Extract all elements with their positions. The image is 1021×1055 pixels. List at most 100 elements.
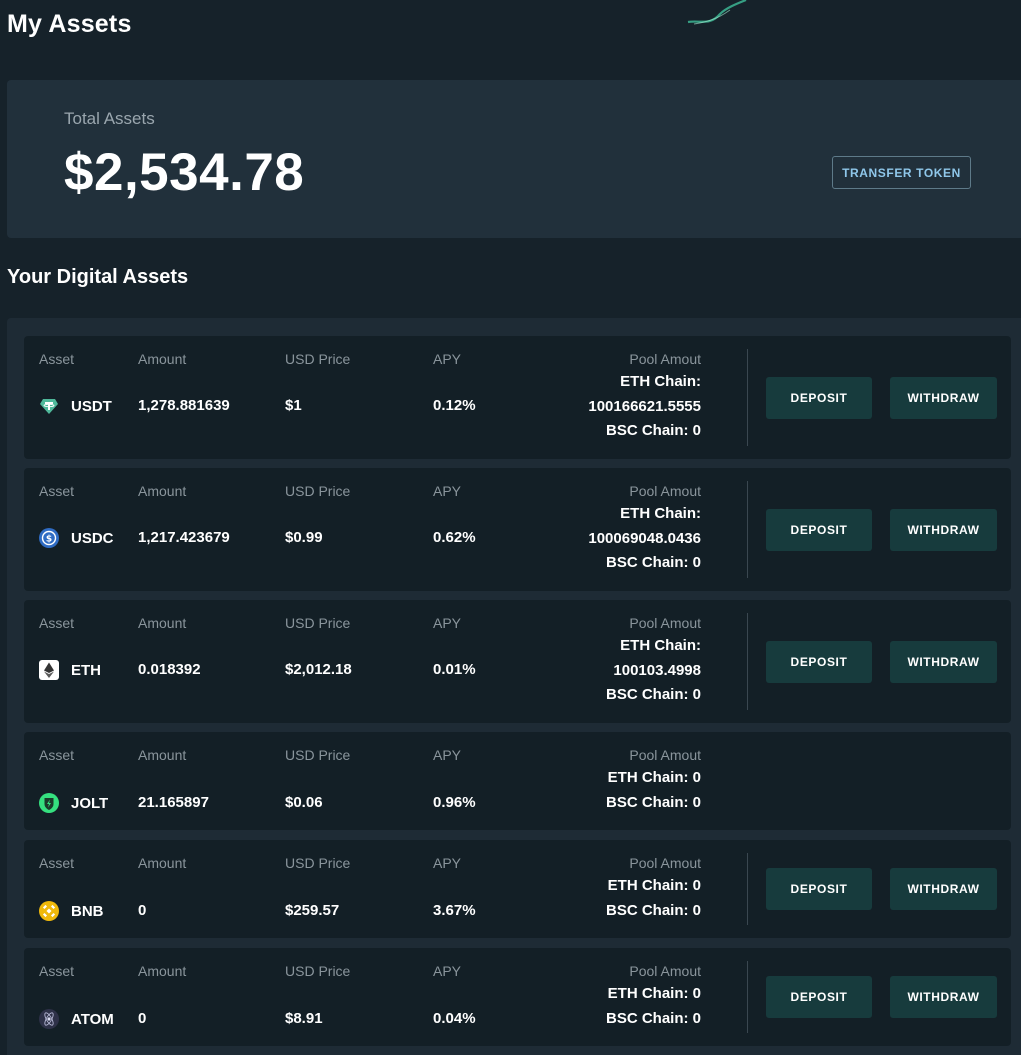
total-assets-card: Total Assets $2,534.78 TRANSFER TOKEN [7, 80, 1021, 238]
deposit-button[interactable]: DEPOSIT [766, 641, 872, 683]
apy-column-label: APY [433, 615, 462, 631]
pool-amount: Pool Amout ETH Chain: 0 BSC Chain: 0 [606, 963, 701, 1031]
svg-text:$: $ [46, 535, 52, 545]
pool-amount: Pool Amout ETH Chain: 0 BSC Chain: 0 [606, 747, 701, 815]
page-title: My Assets [7, 10, 132, 38]
asset-usd-price: $0.99 [285, 529, 323, 546]
row-divider [747, 481, 748, 578]
deposit-button[interactable]: DEPOSIT [766, 976, 872, 1018]
asset-row: Asset Amount USD Price APY ETH 0.018392 $2,012… [24, 600, 1011, 723]
pool-amount-line: BSC Chain: 0 [605, 793, 701, 811]
pool-amount-line: ETH Chain: 0 [607, 985, 701, 1002]
total-assets-value: $2,534.78 [64, 143, 305, 202]
amount-column-label: Amount [138, 855, 187, 871]
asset-row: Asset Amount USD Price APY JOLT 21.165897 $0.0… [24, 732, 1011, 830]
withdraw-button[interactable]: WITHDRAW [890, 976, 997, 1018]
withdraw-button[interactable]: WITHDRAW [890, 377, 997, 419]
asset-column-label: Asset [39, 351, 75, 367]
pool-amount-line: ETH Chain: 0 [607, 769, 701, 786]
amount-column-label: Amount [138, 483, 187, 499]
asset-cell: $ USDC [39, 528, 114, 548]
total-assets-label: Total Assets [64, 109, 155, 128]
pool-amount: Pool Amout ETH Chain: 100103.4998 BSC Chain… [606, 615, 701, 708]
pool-amount-line: 100103.4998 [613, 661, 701, 679]
asset-amount: 1,217.423679 [138, 529, 230, 546]
withdraw-button[interactable]: WITHDRAW [890, 641, 997, 683]
jolt-icon [39, 793, 59, 813]
bnb-icon [39, 901, 59, 921]
apy-column-label: APY [433, 963, 462, 979]
asset-usd-price: $259.57 [285, 902, 340, 919]
asset-column-label: Asset [39, 963, 75, 979]
apy-column-label: APY [433, 747, 462, 763]
asset-usd-price: $1 [285, 397, 302, 414]
cosmos-icon [39, 1009, 59, 1029]
pool-amount-label: Pool Amout [629, 615, 701, 631]
asset-row: Asset Amount USD Price APY BNB 0 $259.57 3.67% P… [24, 840, 1011, 938]
asset-usd-price: $2,012.18 [285, 661, 352, 678]
asset-symbol: USDT [71, 397, 112, 415]
apy-column-label: APY [433, 855, 462, 871]
pool-amount-label: Pool Amout [629, 351, 701, 367]
deposit-button[interactable]: DEPOSIT [766, 509, 872, 551]
asset-cell: ATOM [39, 1009, 114, 1029]
asset-amount: 21.165897 [138, 794, 209, 811]
transfer-token-button[interactable]: TRANSFER TOKEN [832, 156, 971, 189]
asset-apy: 0.12% [433, 397, 476, 414]
pool-amount-line: ETH Chain: [620, 505, 701, 522]
pool-amount: Pool Amout ETH Chain: 100166621.5555 BSC Ch… [588, 351, 701, 444]
asset-cell: USDT [39, 396, 112, 416]
asset-row: Asset Amount USD Price APY USDT 1,278.881639 $… [24, 336, 1011, 459]
asset-row: Asset Amount USD Price APY ATOM 0 $8.91 0.04% Po… [24, 948, 1011, 1046]
apy-column-label: APY [433, 351, 462, 367]
row-divider [747, 853, 748, 925]
deposit-button[interactable]: DEPOSIT [766, 868, 872, 910]
asset-usd-price: $0.06 [285, 794, 323, 811]
asset-column-label: Asset [39, 747, 75, 763]
pool-amount-label: Pool Amout [629, 855, 701, 871]
asset-amount: 0 [138, 902, 147, 919]
asset-usd-price: $8.91 [285, 1010, 323, 1027]
usd-price-column-label: USD Price [285, 963, 351, 979]
pool-amount-line: BSC Chain: 0 [605, 1009, 701, 1027]
usd-price-column-label: USD Price [285, 855, 351, 871]
row-divider [747, 961, 748, 1033]
asset-cell: BNB [39, 901, 104, 921]
tether-icon [39, 396, 59, 416]
background-glow-decoration [687, 0, 747, 25]
pool-amount-line: BSC Chain: 0 [605, 422, 701, 439]
asset-amount: 0 [138, 1010, 147, 1027]
asset-row: Asset Amount USD Price APY $ USDC 1,217.423679… [24, 468, 1011, 591]
asset-symbol: USDC [71, 529, 114, 547]
amount-column-label: Amount [138, 615, 187, 631]
ethereum-icon [39, 660, 59, 680]
pool-amount-label: Pool Amout [629, 747, 701, 763]
asset-amount: 1,278.881639 [138, 397, 230, 414]
pool-amount-line: 100069048.0436 [588, 529, 701, 547]
usd-price-column-label: USD Price [285, 483, 351, 499]
asset-cell: JOLT [39, 793, 108, 813]
asset-symbol: ETH [71, 661, 101, 679]
withdraw-button[interactable]: WITHDRAW [890, 509, 997, 551]
pool-amount-line: BSC Chain: 0 [605, 686, 701, 703]
amount-column-label: Amount [138, 963, 187, 979]
row-divider [747, 613, 748, 710]
asset-column-label: Asset [39, 855, 75, 871]
asset-symbol: JOLT [71, 794, 109, 812]
usd-price-column-label: USD Price [285, 747, 351, 763]
withdraw-button[interactable]: WITHDRAW [890, 868, 997, 910]
asset-column-label: Asset [39, 483, 75, 499]
asset-symbol: ATOM [71, 1010, 114, 1028]
pool-amount-line: BSC Chain: 0 [605, 901, 701, 919]
assets-panel: Asset Amount USD Price APY USDT 1,278.881639 $… [7, 318, 1021, 1055]
amount-column-label: Amount [138, 351, 187, 367]
pool-amount: Pool Amout ETH Chain: 100069048.0436 BSC Ch… [588, 483, 701, 576]
digital-assets-heading: Your Digital Assets [7, 266, 189, 288]
pool-amount-line: 100166621.5555 [588, 397, 701, 415]
asset-apy: 0.62% [433, 529, 476, 546]
asset-apy: 0.96% [433, 794, 476, 811]
pool-amount-label: Pool Amout [629, 483, 701, 499]
asset-amount: 0.018392 [138, 661, 201, 678]
asset-cell: ETH [39, 660, 101, 680]
deposit-button[interactable]: DEPOSIT [766, 377, 872, 419]
